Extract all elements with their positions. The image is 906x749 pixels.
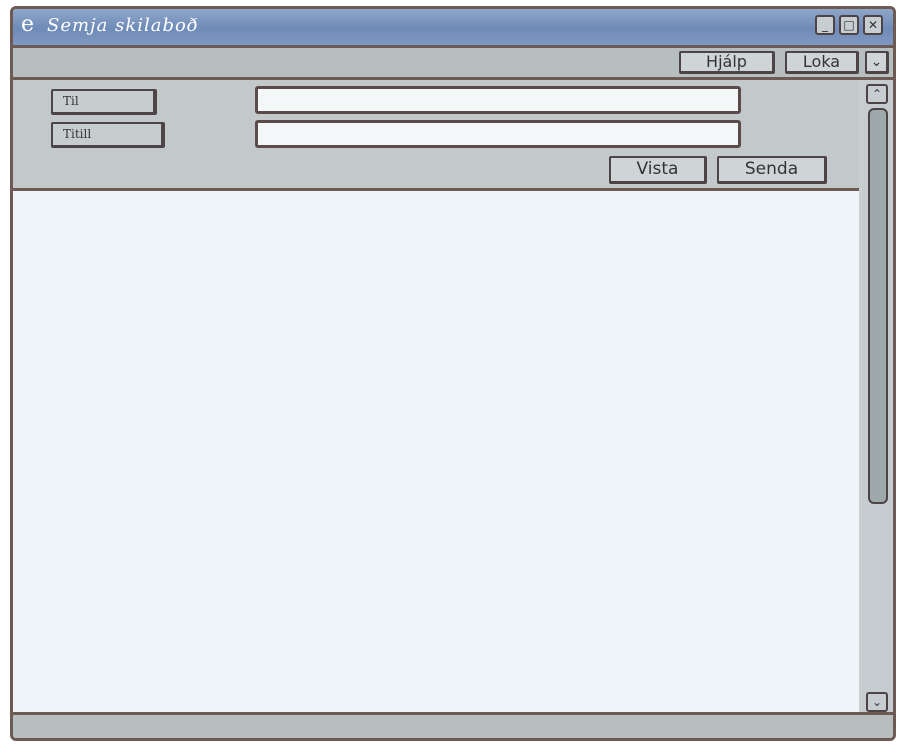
maximize-icon: □ bbox=[843, 18, 855, 32]
subject-field[interactable] bbox=[255, 120, 741, 148]
save-draft-button[interactable]: Vista bbox=[609, 156, 707, 184]
close-window-button[interactable]: ✕ bbox=[863, 15, 883, 35]
chevron-down-icon: ⌄ bbox=[870, 54, 883, 70]
to-label-button[interactable]: Til bbox=[51, 89, 157, 115]
title-bar: e Semja skilaboð _ □ ✕ bbox=[13, 9, 893, 48]
close-button[interactable]: Loka bbox=[785, 51, 859, 74]
browser-e-icon: e bbox=[21, 12, 35, 37]
minimize-icon: _ bbox=[822, 18, 828, 32]
status-bar bbox=[13, 712, 893, 738]
minimize-button[interactable]: _ bbox=[815, 15, 835, 35]
message-body-textarea[interactable] bbox=[13, 191, 859, 715]
scroll-thumb[interactable] bbox=[868, 108, 888, 504]
scroll-down-button[interactable]: ⌄ bbox=[866, 692, 888, 712]
subject-label-button[interactable]: Titill bbox=[51, 122, 165, 148]
message-header: Til Titill Vista Senda bbox=[13, 80, 859, 191]
menu-bar: Hjálp Loka ⌄ bbox=[13, 48, 893, 80]
menu-dropdown-button[interactable]: ⌄ bbox=[865, 51, 889, 74]
chevron-down-icon: ⌄ bbox=[871, 695, 883, 709]
maximize-button[interactable]: □ bbox=[839, 15, 859, 35]
scroll-up-button[interactable]: ⌃ bbox=[866, 84, 888, 104]
to-field[interactable] bbox=[255, 86, 741, 114]
chevron-up-icon: ⌃ bbox=[871, 87, 883, 101]
window-title: Semja skilaboð bbox=[47, 15, 199, 36]
vertical-scrollbar[interactable]: ⌃ ⌄ bbox=[862, 80, 893, 720]
compose-window: e Semja skilaboð _ □ ✕ Hjálp Loka ⌄ Til … bbox=[10, 6, 896, 741]
close-icon: ✕ bbox=[867, 18, 879, 32]
help-button[interactable]: Hjálp bbox=[679, 51, 775, 74]
send-button[interactable]: Senda bbox=[717, 156, 827, 184]
